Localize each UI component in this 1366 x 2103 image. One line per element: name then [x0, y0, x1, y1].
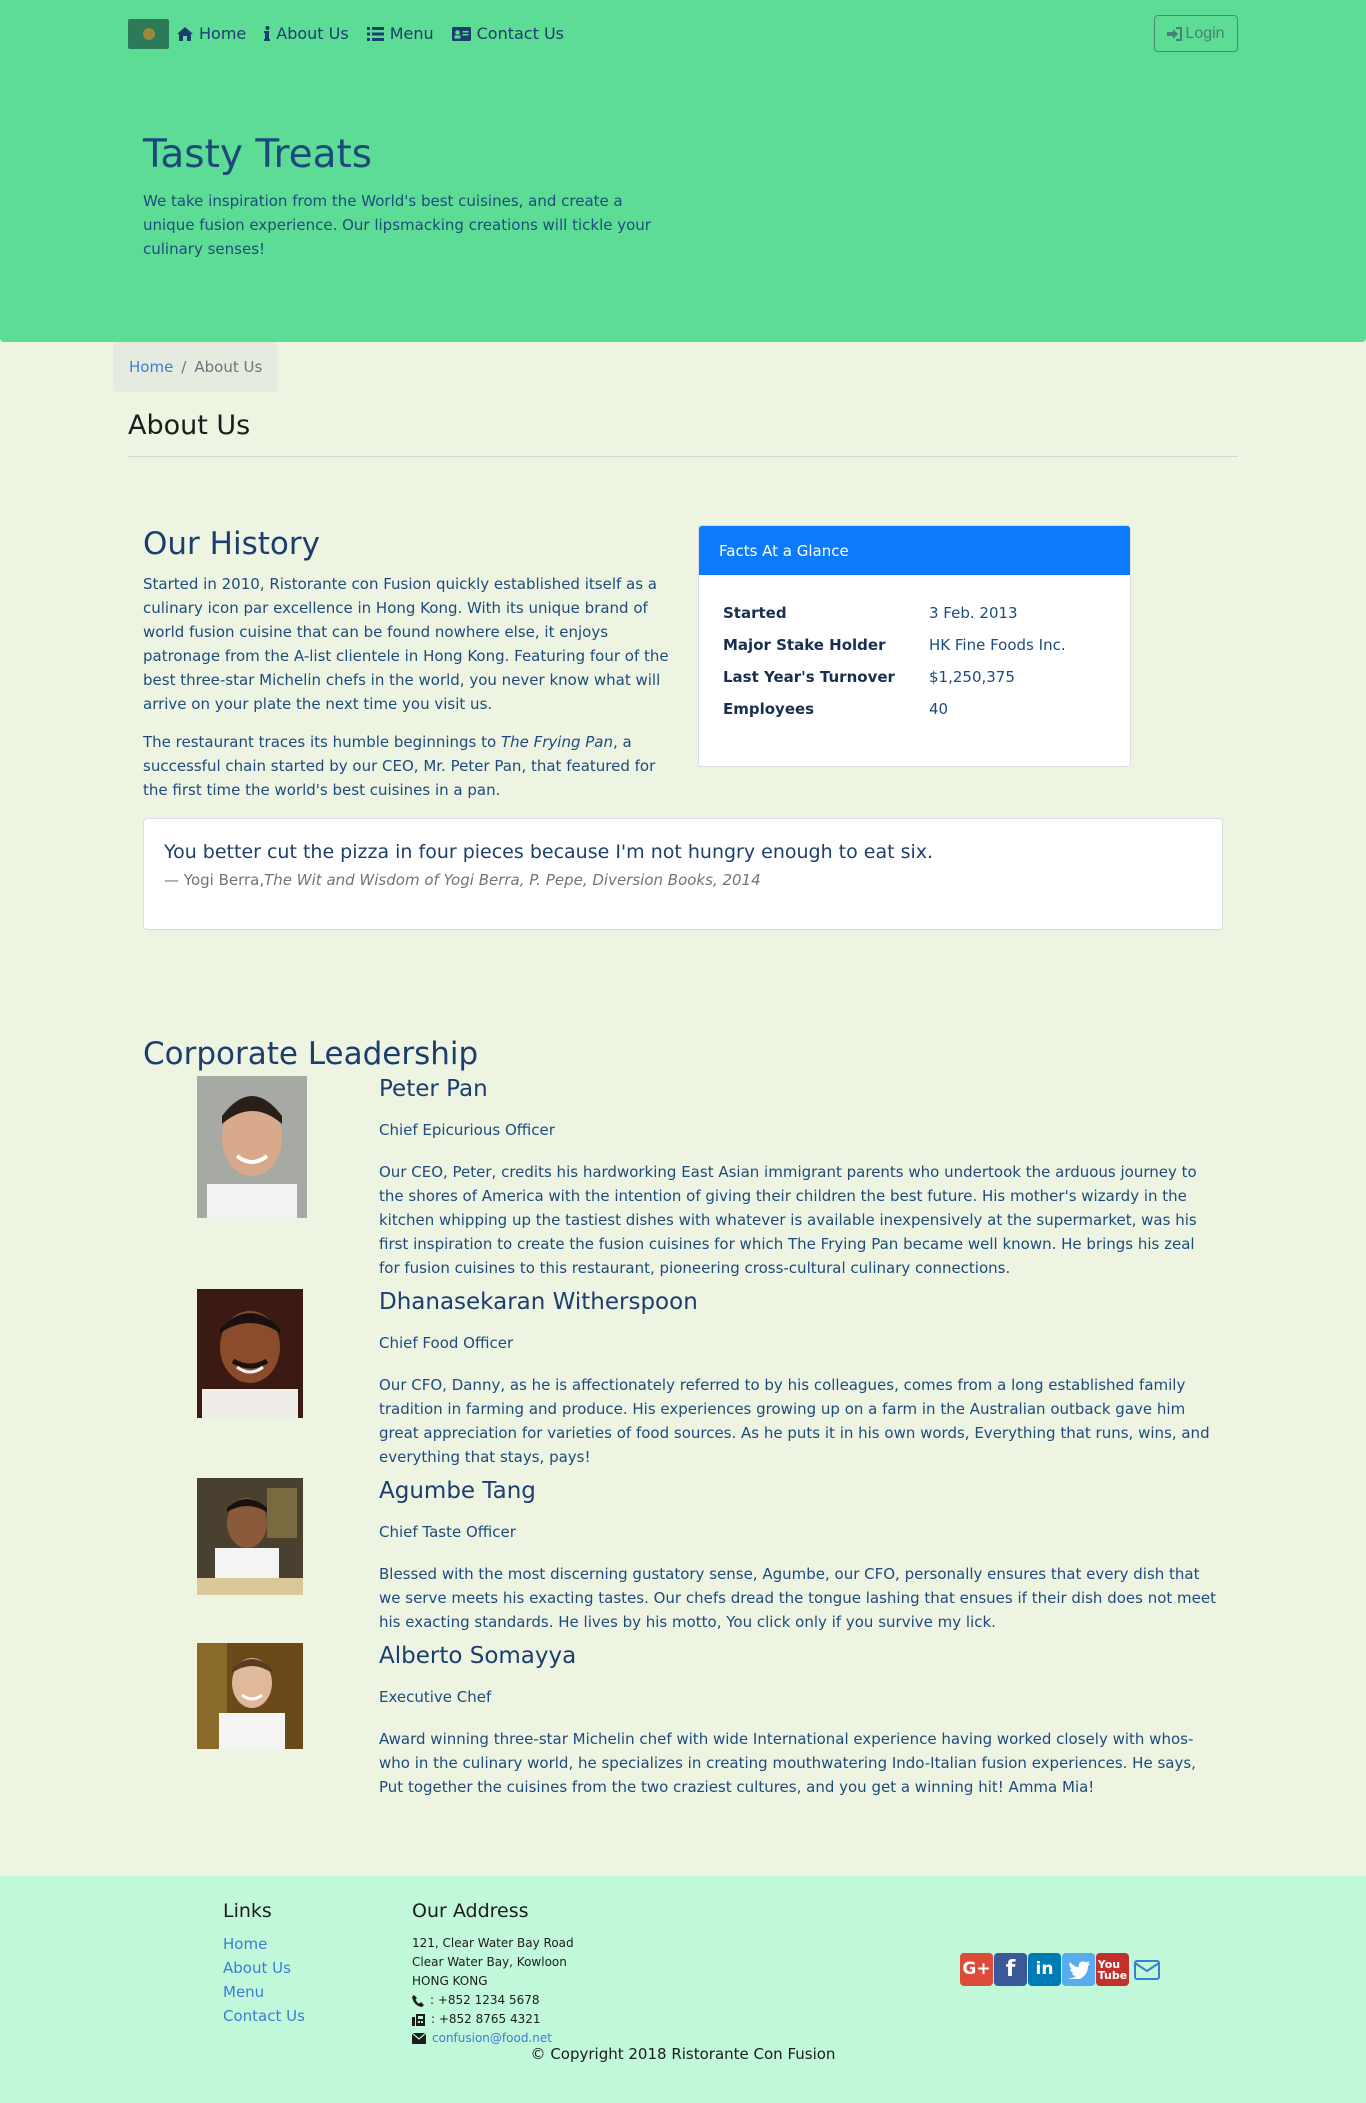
fact-value: 40: [929, 700, 949, 718]
leader-photo: [197, 1076, 307, 1225]
fact-key: Started: [723, 604, 787, 622]
facts-card: Facts At a Glance Started 3 Feb. 2013 Ma…: [698, 525, 1131, 767]
leader-description: Award winning three-star Michelin chef w…: [379, 1729, 1196, 1796]
home-icon: [177, 26, 193, 41]
leader-body: Agumbe Tang Chief Taste Officer Blessed …: [379, 1478, 1217, 1634]
leader-description: Blessed with the most discerning gustato…: [379, 1564, 1217, 1631]
fax-number: : +852 8765 4321: [431, 2012, 541, 2027]
leader-role: Executive Chef: [379, 1687, 492, 1706]
jumbotron-title: Tasty Treats: [143, 132, 373, 177]
leader-name: Alberto Somayya: [379, 1643, 577, 1669]
nav-home[interactable]: Home: [177, 21, 246, 47]
history-text: Started in 2010, Ristorante con Fusion q…: [143, 572, 673, 816]
fact-row: Major Stake Holder HK Fine Foods Inc.: [723, 629, 1130, 661]
list-icon: [366, 26, 384, 41]
fact-value: $1,250,375: [929, 668, 1015, 686]
youtube-icon[interactable]: You Tube: [1096, 1953, 1129, 1986]
facts-header: Facts At a Glance: [699, 526, 1130, 575]
address-phone: : +852 1234 5678: [412, 1991, 574, 2010]
leader-name: Dhanasekaran Witherspoon: [379, 1289, 698, 1315]
copyright: © Copyright 2018 Ristorante Con Fusion: [530, 2045, 836, 2063]
breadcrumb-active: About Us: [194, 358, 263, 376]
fact-key: Major Stake Holder: [723, 636, 886, 654]
fact-row: Employees 40: [723, 693, 1130, 725]
quote-card: You better cut the pizza in four pieces …: [143, 818, 1223, 930]
phone-number: : +852 1234 5678: [430, 1993, 540, 2008]
phone-icon: [412, 1994, 424, 2007]
nav-menu[interactable]: Menu: [366, 21, 434, 47]
quote-author: — Yogi Berra,: [164, 870, 265, 889]
page-title: About Us: [128, 410, 251, 441]
info-icon: [264, 26, 271, 41]
breadcrumb: Home / About Us: [113, 342, 279, 392]
social-links: G+ f in You Tube: [960, 1953, 1164, 1986]
leader-photo: [197, 1289, 303, 1425]
fact-value: HK Fine Foods Inc.: [929, 636, 1066, 654]
address-card-icon: [451, 26, 471, 41]
leader-photo: [197, 1643, 303, 1756]
fact-row: Last Year's Turnover $1,250,375: [723, 661, 1130, 693]
leader-body: Dhanasekaran Witherspoon Chief Food Offi…: [379, 1289, 1217, 1469]
login-button[interactable]: Login: [1154, 15, 1238, 52]
address-line: Clear Water Bay, Kowloon: [412, 1955, 567, 1970]
leader-name: Agumbe Tang: [379, 1478, 536, 1504]
login-label: Login: [1185, 24, 1225, 42]
footer-link-about[interactable]: About Us: [223, 1956, 305, 1980]
leader-role: Chief Epicurious Officer: [379, 1120, 555, 1139]
leader-role: Chief Taste Officer: [379, 1522, 516, 1541]
quote-source: The Wit and Wisdom of Yogi Berra, P. Pep…: [264, 870, 761, 889]
linkedin-icon[interactable]: in: [1028, 1953, 1061, 1986]
nav-home-label: Home: [199, 23, 247, 43]
fax-icon: [412, 2013, 425, 2026]
nav-about-label: About Us: [276, 23, 349, 43]
quote-footer: — Yogi Berra,The Wit and Wisdom of Yogi …: [164, 868, 1202, 892]
footer-link-menu[interactable]: Menu: [223, 1980, 305, 2004]
sign-in-icon: [1167, 26, 1183, 41]
fact-key: Last Year's Turnover: [723, 668, 895, 686]
jumbotron-text: We take inspiration from the World's bes…: [143, 191, 651, 258]
page-divider: [128, 456, 1238, 457]
google-plus-icon[interactable]: G+: [960, 1953, 993, 1986]
address-fax: : +852 8765 4321: [412, 2010, 574, 2029]
brand-logo[interactable]: [128, 18, 169, 49]
envelope-icon[interactable]: [1130, 1953, 1163, 1986]
breadcrumb-separator: /: [181, 358, 187, 376]
nav-contact[interactable]: Contact Us: [451, 21, 565, 47]
twitter-icon[interactable]: [1062, 1953, 1095, 1986]
leader-body: Peter Pan Chief Epicurious Officer Our C…: [379, 1076, 1217, 1280]
footer-address: Our Address 121, Clear Water Bay Road Cl…: [412, 1896, 574, 2048]
leader-body: Alberto Somayya Executive Chef Award win…: [379, 1643, 1217, 1799]
fact-key: Employees: [723, 700, 815, 718]
leader-role: Chief Food Officer: [379, 1333, 514, 1352]
jumbotron: Tasty Treats We take inspiration from th…: [0, 60, 1366, 342]
fact-value: 3 Feb. 2013: [929, 604, 1018, 622]
footer-links-title: Links: [223, 1900, 272, 1922]
leadership-title: Corporate Leadership: [143, 1036, 479, 1072]
nav-about[interactable]: About Us: [264, 21, 349, 47]
nav-contact-label: Contact Us: [476, 23, 565, 43]
facts-table: Started 3 Feb. 2013 Major Stake Holder H…: [723, 597, 1130, 725]
leader-description: Our CFO, Danny, as he is affectionately …: [379, 1375, 1210, 1466]
facebook-icon[interactable]: f: [994, 1953, 1027, 1986]
nav-menu-label: Menu: [389, 23, 434, 43]
footer-link-home[interactable]: Home: [223, 1932, 305, 1956]
footer-links: Links Home About Us Menu Contact Us: [223, 1896, 305, 2028]
footer-address-title: Our Address: [412, 1900, 529, 1922]
history-paragraph-1: Started in 2010, Ristorante con Fusion q…: [143, 575, 669, 713]
history-p2-before: The restaurant traces its humble beginni…: [143, 733, 501, 751]
navbar: Home About Us Menu Contact Us Login: [0, 0, 1366, 60]
address-line: 121, Clear Water Bay Road: [412, 1936, 574, 1951]
footer-link-contact[interactable]: Contact Us: [223, 2004, 305, 2028]
fact-row: Started 3 Feb. 2013: [723, 597, 1130, 629]
quote-text: You better cut the pizza in four pieces …: [164, 841, 934, 863]
breadcrumb-home[interactable]: Home: [129, 355, 173, 379]
history-p2-emphasis: The Frying Pan: [500, 733, 613, 751]
leader-photo: [197, 1478, 303, 1602]
history-paragraph-2: The restaurant traces its humble beginni…: [143, 730, 673, 802]
leader-name: Peter Pan: [379, 1076, 488, 1102]
footer: Links Home About Us Menu Contact Us Our …: [0, 1876, 1366, 2103]
address-line: HONG KONG: [412, 1974, 488, 1989]
leader-description: Our CEO, Peter, credits his hardworking …: [379, 1162, 1197, 1277]
history-title: Our History: [143, 526, 320, 562]
